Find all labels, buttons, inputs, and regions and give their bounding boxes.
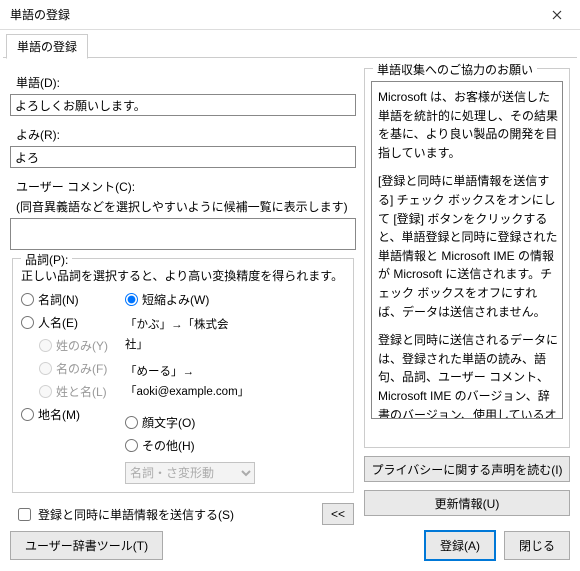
radio-noun[interactable]: 名詞(N) [21,291,121,308]
send-checkbox[interactable]: 登録と同時に単語情報を送信する(S) [14,505,234,524]
privacy-button[interactable]: プライバシーに関する声明を読む(I) [364,456,570,482]
comment-label: ユーザー コメント(C): [16,178,356,195]
pos-group: 品詞(P): 正しい品詞を選択すると、より高い変換精度を得られます。 名詞(N)… [12,258,354,493]
radio-tanshuku[interactable]: 短縮よみ(W) [125,291,235,308]
radio-kao[interactable]: 顔文字(O) [125,414,235,431]
titlebar: 単語の登録 [0,0,580,30]
yomi-label: よみ(R): [16,126,356,143]
register-button[interactable]: 登録(A) [424,530,496,561]
pos-select[interactable]: 名詞・さ変形動 [125,462,255,484]
word-input[interactable] [10,94,356,116]
tab-register[interactable]: 単語の登録 [6,34,88,59]
pos-hint: 正しい品詞を選択すると、より高い変換精度を得られます。 [21,267,345,285]
radio-firstname: 名のみ(F) [39,360,121,377]
pos-legend: 品詞(P): [21,251,72,268]
notice-group: 単語収集へのご協力のお願い Microsoft は、お客様が送信した単語を統計的… [364,68,570,448]
radio-fullname: 姓と名(L) [39,383,121,400]
yomi-input[interactable] [10,146,356,168]
radio-other[interactable]: その他(H) [125,437,235,454]
bottom-bar: ユーザー辞書ツール(T) 登録(A) 閉じる [10,530,570,561]
example-2: 「めーる」→「aoki@example.com」 [125,363,235,402]
window-title: 単語の登録 [10,6,534,23]
notice-legend: 単語収集へのご協力のお願い [373,61,537,78]
word-label: 単語(D): [16,74,356,91]
toggle-button[interactable]: << [322,503,354,525]
dict-tool-button[interactable]: ユーザー辞書ツール(T) [10,531,163,560]
radio-person[interactable]: 人名(E) [21,314,121,331]
example-1: 「かぶ」→「株式会社」 [125,316,235,355]
radio-lastname: 姓のみ(Y) [39,337,121,354]
close-icon[interactable] [534,0,580,30]
comment-input[interactable] [10,218,356,250]
close-button[interactable]: 閉じる [504,531,570,560]
radio-place[interactable]: 地名(M) [21,406,121,423]
tab-bar: 単語の登録 [0,34,580,58]
update-button[interactable]: 更新情報(U) [364,490,570,516]
notice-text[interactable]: Microsoft は、お客様が送信した単語を統計的に処理し、その結果を基に、よ… [371,81,563,419]
comment-hint: (同音異義語などを選択しやすいように候補一覧に表示します) [16,198,356,215]
